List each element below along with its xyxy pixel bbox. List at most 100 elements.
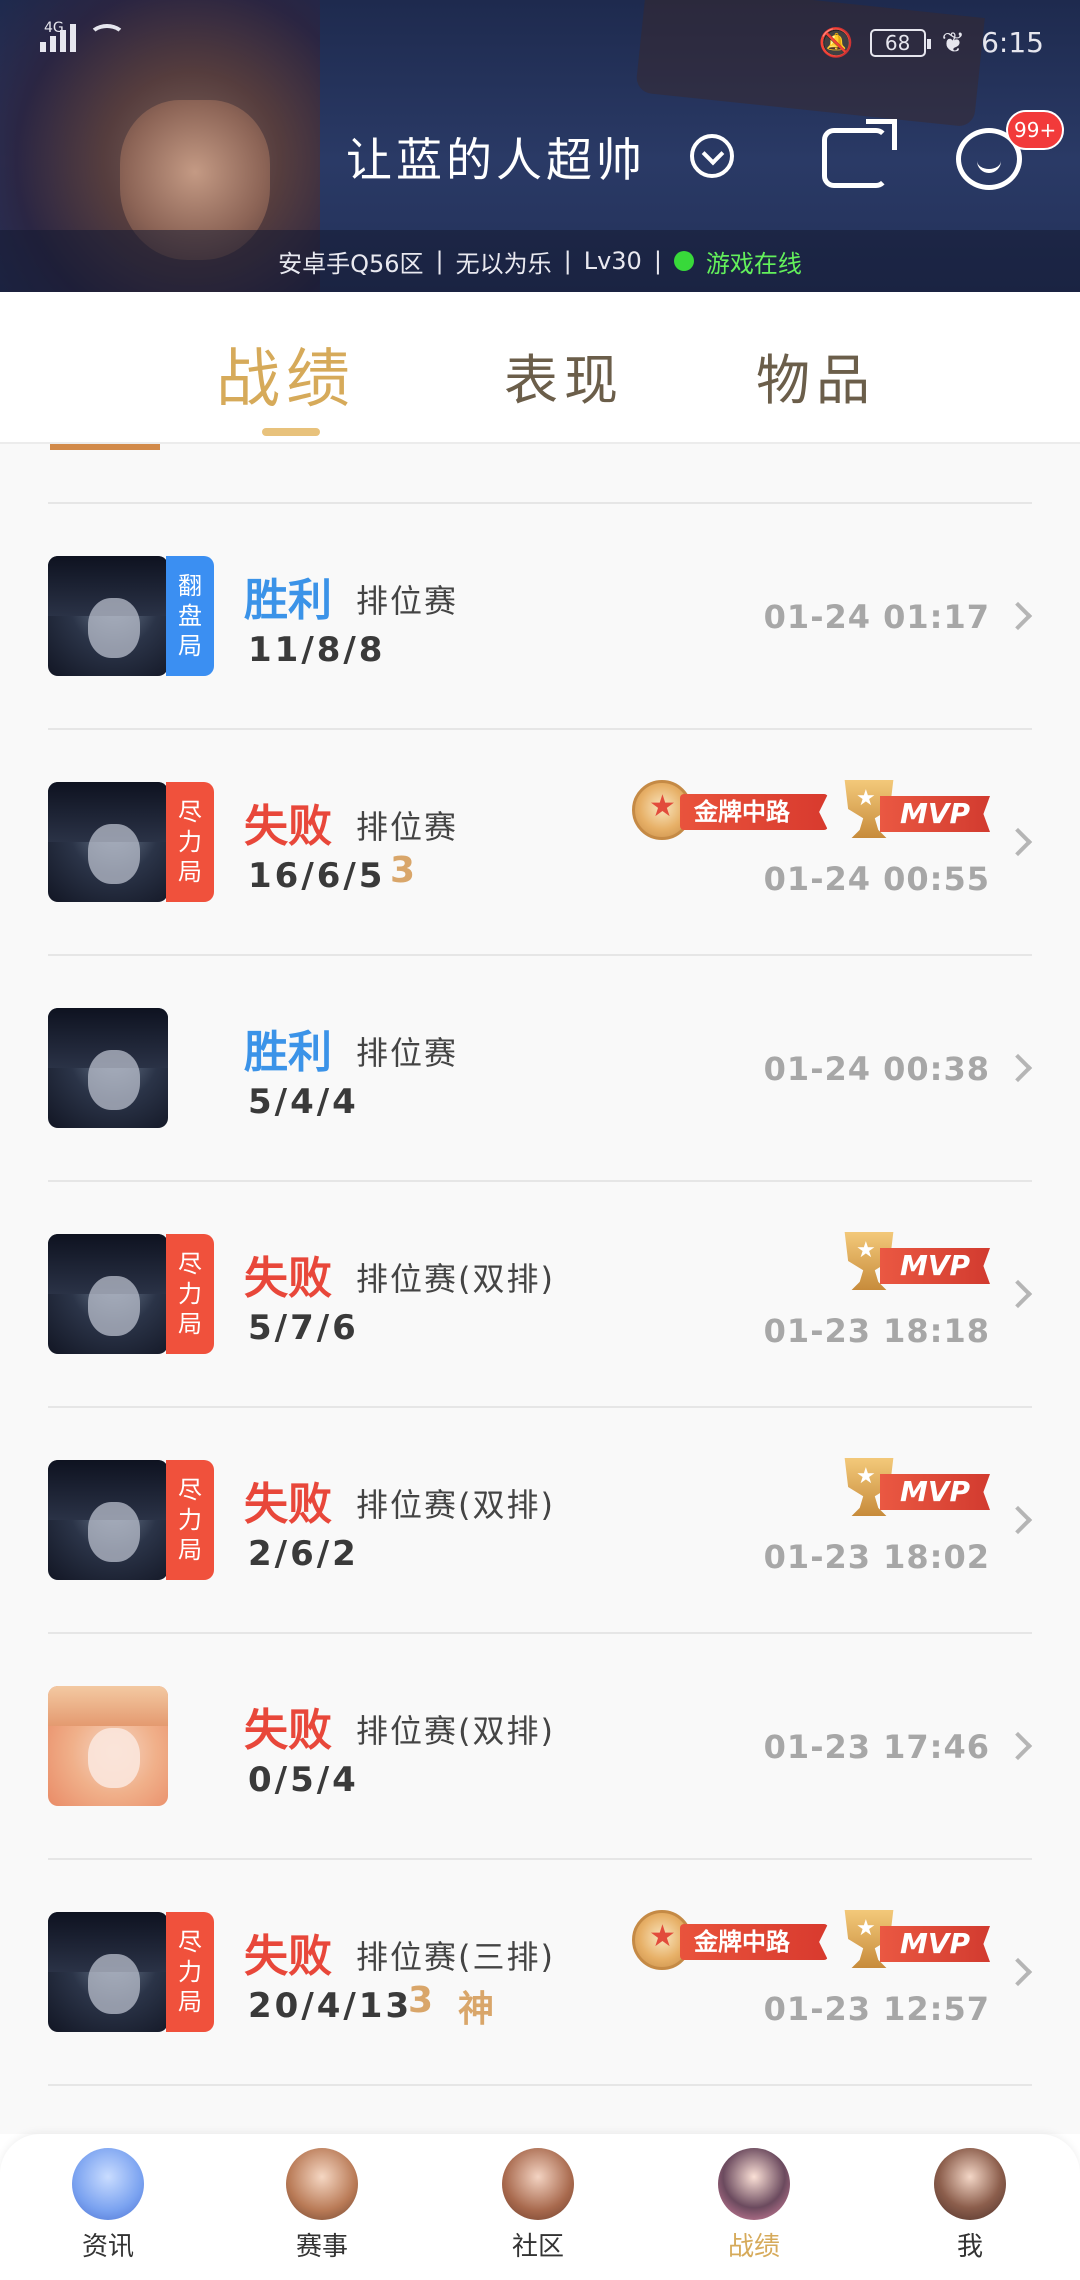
match-tag-best-effort: 尽力局: [166, 1912, 214, 2032]
match-time: 01-24 00:55: [763, 860, 990, 898]
match-result: 失败: [244, 1479, 332, 1530]
account-info-bar: 安卓手Q56区 | 无以为乐 | Lv30 | 游戏在线: [0, 230, 1080, 292]
me-character-icon: [934, 2148, 1006, 2220]
match-mode: 排位赛(三排): [356, 1938, 555, 1976]
separator: |: [563, 247, 572, 275]
nav-item-events[interactable]: 赛事: [262, 2148, 382, 2278]
mvp-label: MVP: [880, 1248, 990, 1284]
match-time: 01-24 00:38: [763, 1050, 990, 1088]
chevron-right-icon: [1003, 827, 1033, 857]
match-row[interactable]: 翻盘局 胜利 排位赛 11/8/8 01-24 01:17: [0, 504, 1080, 730]
medal-label: 金牌中路: [680, 1924, 828, 1960]
hero-avatar: [48, 1008, 168, 1128]
match-row[interactable]: 尽力局 失败 排位赛 16/6/5 3 金牌中路 MVP 01-24 00:55: [0, 730, 1080, 956]
match-row[interactable]: 尽力局 失败 排位赛(三排) 20/4/13 3 神 金牌中路 MVP 01-2…: [0, 1860, 1080, 2086]
mvp-label: MVP: [880, 1474, 990, 1510]
match-time: 01-23 18:18: [763, 1312, 990, 1350]
match-time: 01-23 12:57: [763, 1990, 990, 2028]
tab-items[interactable]: 物品: [756, 336, 876, 415]
nav-item-records[interactable]: 战绩: [694, 2148, 814, 2278]
mvp-badge: MVP: [840, 1910, 990, 1970]
match-tag-best-effort: 尽力局: [166, 782, 214, 902]
match-mode: 排位赛(双排): [356, 1712, 555, 1750]
nav-label: 战绩: [727, 2232, 780, 2262]
chevron-right-icon: [1003, 1731, 1033, 1761]
online-status-text: 游戏在线: [705, 249, 802, 278]
hero-avatar: [48, 1912, 168, 2032]
status-right: 🔕 68 ❦ 6:15: [819, 26, 1044, 59]
nav-item-community[interactable]: 社区: [478, 2148, 598, 2278]
divider: [48, 2084, 1032, 2086]
battery-icon: 68: [869, 28, 931, 57]
mvp-badge: MVP: [840, 780, 990, 840]
mvp-label: MVP: [880, 1926, 990, 1962]
match-tag-best-effort: 尽力局: [166, 1234, 214, 1354]
chevron-right-icon: [1003, 1053, 1033, 1083]
match-result: 胜利: [244, 575, 332, 626]
separator: |: [653, 247, 662, 275]
clock: 6:15: [981, 26, 1044, 59]
bottom-navigation: 资讯 赛事 社区 战绩 我: [0, 2134, 1080, 2280]
match-result: 失败: [244, 1931, 332, 1982]
cellular-signal-icon: 4G: [40, 20, 76, 52]
medal-label: 金牌中路: [680, 794, 828, 830]
nav-label: 赛事: [295, 2232, 348, 2262]
message-count-badge: 99+: [1006, 110, 1065, 150]
match-kda: 5/4/4: [248, 1082, 359, 1122]
active-tab-indicator: [262, 428, 320, 436]
godlike-badge: 神: [458, 1989, 495, 2030]
multi-kill-badge: 3: [408, 1980, 434, 2021]
match-result: 失败: [244, 1705, 332, 1756]
multi-kill-badge: 3: [390, 850, 416, 891]
server-name: 安卓手Q56区: [278, 249, 424, 278]
mute-bell-icon: 🔕: [818, 26, 854, 59]
news-character-icon: [72, 2148, 144, 2220]
match-kda: 20/4/13: [248, 1986, 413, 2026]
nav-item-news[interactable]: 资讯: [48, 2148, 168, 2278]
chevron-right-icon: [1003, 1505, 1033, 1535]
power-saving-leaf-icon: ❦: [941, 26, 966, 59]
events-character-icon: [286, 2148, 358, 2220]
hero-avatar: [48, 782, 168, 902]
match-row[interactable]: 尽力局 失败 排位赛(双排) 5/7/6 MVP 01-23 18:18: [0, 1182, 1080, 1408]
tab-record[interactable]: 战绩: [216, 328, 356, 420]
match-time: 01-24 01:17: [763, 598, 990, 636]
separator: |: [435, 247, 444, 275]
chevron-right-icon: [1003, 601, 1033, 631]
tab-performance[interactable]: 表现: [504, 336, 624, 415]
community-character-icon: [502, 2148, 574, 2220]
account-switch-chevron-icon[interactable]: [690, 134, 734, 178]
user-row: 让蓝的人超帅 99+: [0, 110, 1080, 210]
hero-avatar: [48, 1234, 168, 1354]
hero-avatar: [48, 556, 168, 676]
nav-item-me[interactable]: 我: [910, 2148, 1030, 2278]
chevron-right-icon: [1003, 1957, 1033, 1987]
profile-header: 4G 🔕 68 ❦ 6:15 让蓝的人超帅 99+ 安卓手Q56区 | 无以为乐…: [0, 0, 1080, 292]
wifi-icon: [88, 24, 126, 52]
match-mode: 排位赛: [356, 808, 459, 846]
match-row[interactable]: 失败 排位赛(双排) 0/5/4 01-23 17:46: [0, 1634, 1080, 1860]
mvp-badge: MVP: [840, 1232, 990, 1292]
match-kda: 2/6/2: [248, 1534, 359, 1574]
nav-label: 资讯: [81, 2232, 134, 2262]
mvp-label: MVP: [880, 796, 990, 832]
match-time: 01-23 17:46: [763, 1728, 990, 1766]
match-row[interactable]: 尽力局 失败 排位赛(双排) 2/6/2 MVP 01-23 18:02: [0, 1408, 1080, 1634]
match-kda: 11/8/8: [248, 630, 386, 670]
chevron-right-icon: [1003, 1279, 1033, 1309]
hero-avatar: [48, 1460, 168, 1580]
match-row[interactable]: 胜利 排位赛 5/4/4 01-24 00:38: [0, 956, 1080, 1182]
username[interactable]: 让蓝的人超帅: [346, 124, 646, 190]
match-result: 失败: [244, 1253, 332, 1304]
player-title: 无以为乐: [455, 249, 552, 278]
match-list[interactable]: 翻盘局 胜利 排位赛 11/8/8 01-24 01:17 尽力局 失败 排位赛…: [0, 444, 1080, 2134]
share-icon[interactable]: [822, 119, 897, 188]
player-level: Lv30: [583, 247, 642, 275]
partial-hero-avatar: [50, 444, 160, 450]
match-result: 胜利: [244, 1027, 332, 1078]
match-mode: 排位赛: [356, 582, 459, 620]
battery-level: 68: [884, 30, 911, 55]
system-status-bar: 4G 🔕 68 ❦ 6:15: [0, 0, 1080, 90]
match-kda: 0/5/4: [248, 1760, 359, 1800]
match-mode: 排位赛(双排): [356, 1260, 555, 1298]
